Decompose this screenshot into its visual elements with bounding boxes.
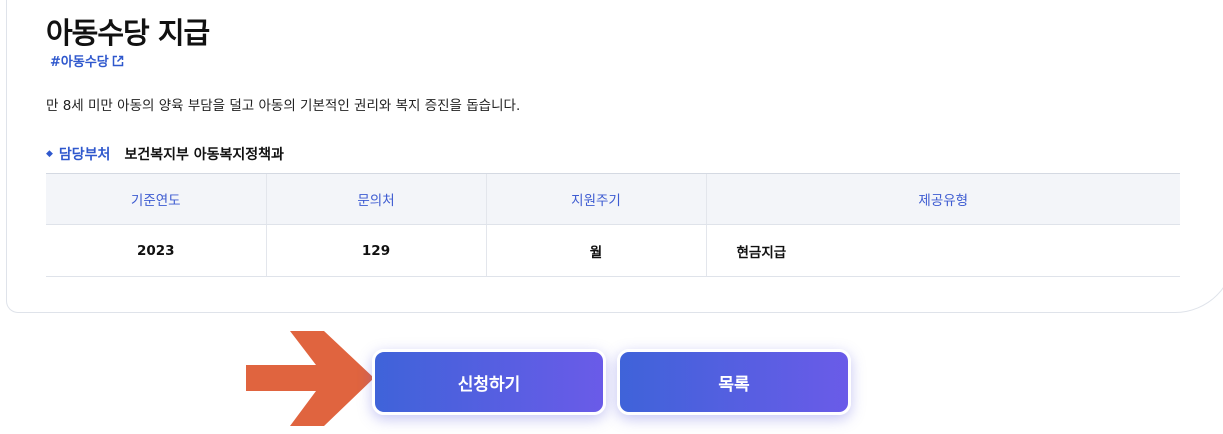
- header-contact: 문의처: [265, 173, 486, 225]
- table-header-row: 기준연도 문의처 지원주기 제공유형: [46, 173, 1180, 225]
- header-cycle: 지원주기: [485, 173, 706, 225]
- diamond-bullet-icon: ◆: [46, 149, 53, 159]
- cell-contact: 129: [265, 224, 486, 277]
- hashtag-link[interactable]: #아동수당: [50, 51, 124, 70]
- cell-type: 현금지급: [705, 224, 1180, 277]
- header-type: 제공유형: [705, 173, 1180, 225]
- service-description: 만 8세 미만 아동의 양육 부담을 덜고 아동의 기본적인 권리와 복지 증진…: [46, 98, 521, 114]
- list-button[interactable]: 목록: [617, 349, 851, 415]
- cell-year: 2023: [46, 224, 266, 277]
- header-year: 기준연도: [46, 173, 266, 225]
- apply-button[interactable]: 신청하기: [372, 349, 606, 415]
- cell-cycle: 월: [485, 224, 706, 277]
- external-link-icon: [112, 55, 123, 66]
- arrow-right-icon: [246, 331, 374, 426]
- page-title: 아동수당 지급: [46, 16, 210, 50]
- department-value: 보건복지부 아동복지정책과: [124, 147, 284, 163]
- department-label: 담당부처: [58, 147, 111, 163]
- hashtag-label: #아동수당: [50, 55, 109, 70]
- info-table: 기준연도 문의처 지원주기 제공유형 2023 129 월 현금지급: [46, 173, 1180, 277]
- table-row: 2023 129 월 현금지급: [46, 224, 1180, 277]
- department-row: ◆ 담당부처 보건복지부 아동복지정책과: [46, 144, 284, 164]
